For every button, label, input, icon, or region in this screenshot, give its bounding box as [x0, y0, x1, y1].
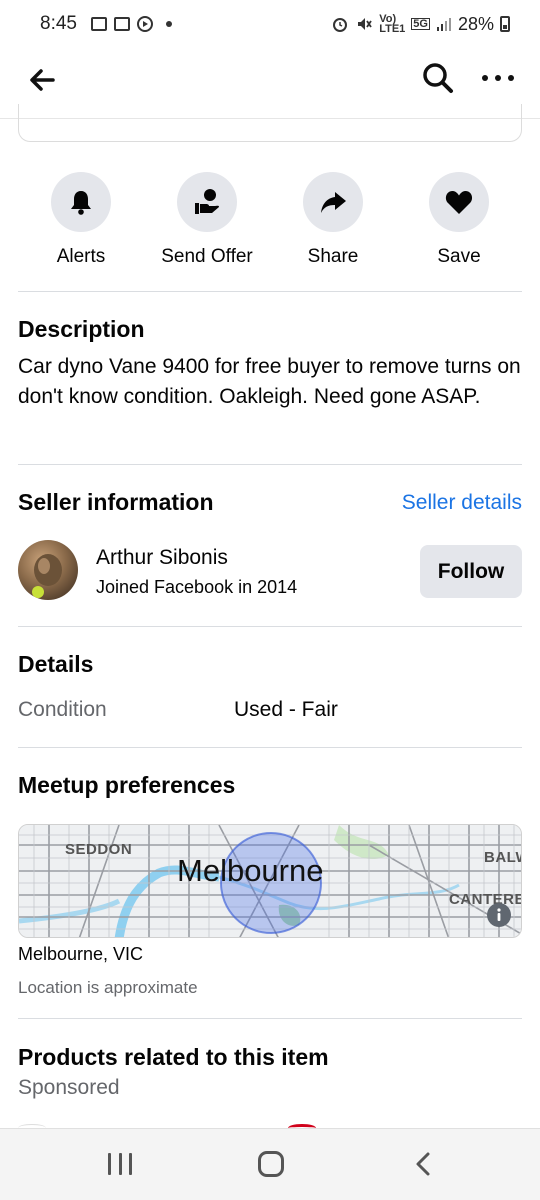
outlook-notification-icon	[113, 17, 130, 31]
alerts-button[interactable]: Alerts	[18, 172, 144, 268]
status-bar: 8:45 Vo) LTE1 5G 28%	[0, 0, 540, 48]
section-divider	[18, 626, 522, 627]
system-nav-bar	[0, 1128, 540, 1200]
condition-label: Condition	[18, 698, 107, 721]
description-text: Car dyno Vane 9400 for free buyer to rem…	[18, 355, 521, 408]
seller-details-link[interactable]: Seller details	[402, 491, 522, 515]
section-divider	[18, 1018, 522, 1019]
battery-icon	[500, 16, 510, 32]
app-bar	[0, 48, 540, 110]
location-approx-note: Location is approximate	[18, 978, 198, 997]
share-label: Share	[307, 246, 359, 267]
save-button[interactable]: Save	[396, 172, 522, 268]
back-button[interactable]	[26, 64, 58, 96]
alerts-label: Alerts	[56, 246, 106, 267]
section-divider	[18, 747, 522, 748]
more-notifications-dot-icon	[165, 21, 172, 27]
back-arrow-icon	[30, 69, 55, 91]
status-time: 8:45	[40, 13, 77, 34]
meetup-title: Meetup preferences	[18, 772, 236, 798]
avatar-photo	[32, 554, 62, 598]
location-city: Melbourne, VIC	[18, 944, 144, 964]
bell-icon	[71, 191, 91, 215]
send-offer-button[interactable]: Send Offer	[144, 172, 270, 268]
mute-icon	[358, 18, 372, 30]
recents-bar-icon	[129, 1153, 132, 1175]
share-button[interactable]: Share	[270, 172, 396, 268]
recents-bar-icon	[108, 1153, 111, 1175]
section-divider	[18, 291, 522, 292]
map-label-city: Melbourne	[177, 853, 324, 888]
save-label: Save	[437, 246, 481, 267]
home-button[interactable]	[258, 1151, 284, 1177]
save-circle[interactable]	[429, 172, 489, 232]
details-title: Details	[18, 651, 94, 677]
section-divider	[18, 464, 522, 465]
previous-card-edge	[18, 104, 522, 142]
map-info-button[interactable]	[487, 903, 511, 927]
recents-button[interactable]	[108, 1153, 132, 1175]
battery-percent: 28%	[457, 13, 494, 34]
more-dot-icon	[495, 75, 501, 81]
offer-icon	[195, 189, 219, 214]
more-dot-icon	[482, 75, 488, 81]
map-label-canterbury: CANTERB	[449, 891, 522, 908]
seller-joined: Joined Facebook in 2014	[96, 577, 298, 597]
volte-indicator: Vo) LTE1	[379, 13, 406, 35]
follow-button[interactable]: Follow	[420, 545, 522, 598]
condition-value: Used - Fair	[234, 698, 338, 721]
alerts-circle[interactable]	[51, 172, 111, 232]
search-button[interactable]	[420, 60, 456, 96]
share-circle[interactable]	[303, 172, 363, 232]
chevron-left-icon	[416, 1152, 430, 1176]
sponsored-label: Sponsored	[18, 1076, 120, 1099]
send-offer-circle[interactable]	[177, 172, 237, 232]
seller-name[interactable]: Arthur Sibonis	[96, 546, 228, 570]
play-notification-icon	[136, 16, 153, 32]
share-icon	[321, 192, 346, 213]
alarm-icon	[333, 18, 348, 32]
seller-avatar[interactable]	[18, 540, 78, 600]
signal-icon	[436, 18, 451, 31]
info-icon	[497, 908, 501, 921]
recents-bar-icon	[118, 1153, 122, 1175]
system-back-button[interactable]	[410, 1149, 438, 1179]
heart-icon	[445, 191, 473, 214]
more-dot-icon	[508, 75, 514, 81]
action-row: Alerts Send Offer Share Save	[18, 172, 522, 268]
network-type: 5G	[411, 18, 430, 30]
seller-info-title: Seller information	[18, 489, 214, 515]
description-title: Description	[18, 316, 145, 342]
map-label-balwyn: BALW	[484, 849, 521, 866]
gallery-notification-icon	[90, 17, 107, 31]
location-map[interactable]: SEDDON Melbourne BALW CANTERB	[18, 824, 522, 938]
map-label-seddon: SEDDON	[65, 841, 133, 858]
more-options-button[interactable]	[480, 66, 516, 90]
send-offer-label: Send Offer	[161, 246, 253, 267]
search-icon	[423, 63, 453, 93]
related-products-title: Products related to this item	[18, 1044, 329, 1070]
